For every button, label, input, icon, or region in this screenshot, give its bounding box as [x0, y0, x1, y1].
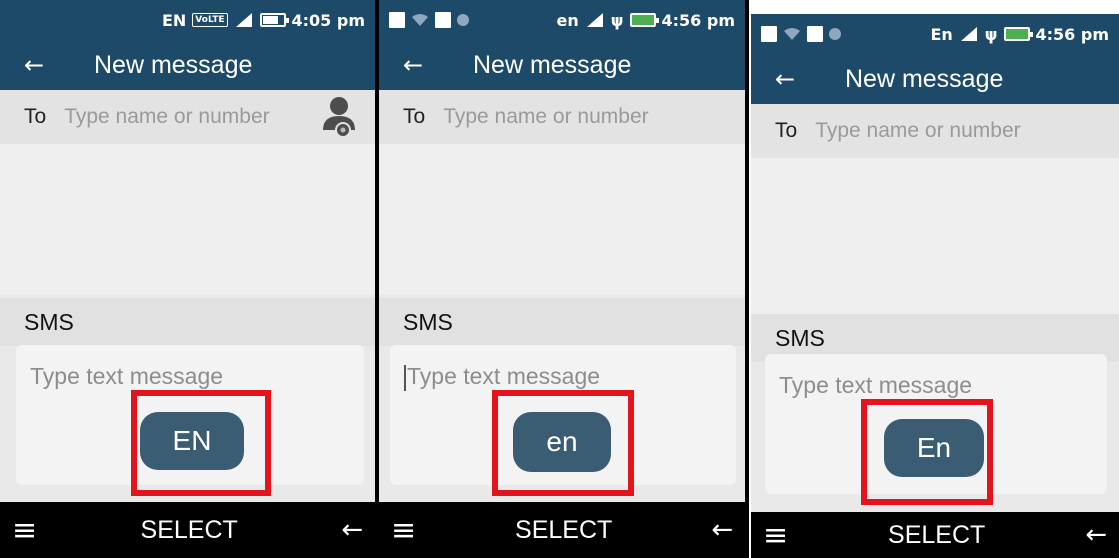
recipient-row[interactable]: To Type name or number	[0, 90, 375, 144]
text-cursor	[404, 364, 406, 391]
to-label: To	[403, 105, 426, 128]
sync-icon	[829, 28, 841, 40]
notification-icon	[807, 26, 823, 42]
contact-picker-icon[interactable]	[321, 96, 357, 138]
recipient-row[interactable]: To Type name or number	[379, 90, 745, 144]
select-softkey[interactable]: SELECT	[515, 516, 612, 545]
signal-icon	[586, 13, 603, 27]
language-button[interactable]: EN	[140, 412, 244, 470]
softkey-bar: ≡ SELECT ←	[0, 502, 375, 558]
back-arrow-icon[interactable]: ←	[0, 51, 68, 79]
clock: 4:56 pm	[661, 10, 736, 30]
volte-indicator: VoLTE	[192, 13, 228, 27]
usb-icon: ψ	[610, 10, 624, 30]
screen-1: EN VoLTE 4:05 pm ← New message To Type n…	[0, 0, 375, 558]
signal-icon	[235, 13, 252, 27]
battery-charging-icon	[1003, 27, 1033, 41]
menu-icon[interactable]: ≡	[763, 518, 788, 553]
wifi-icon	[784, 28, 800, 40]
status-bar: en ψ 4:56 pm	[379, 0, 745, 40]
recipient-input[interactable]: Type name or number	[443, 105, 648, 129]
wifi-icon	[412, 14, 428, 26]
app-bar: ← New message	[751, 54, 1119, 104]
divider	[745, 0, 749, 558]
clock: 4:05 pm	[291, 10, 366, 30]
language-button[interactable]: en	[513, 412, 611, 472]
softkey-bar: ≡ SELECT ←	[379, 502, 745, 558]
usb-icon: ψ	[984, 24, 998, 44]
recipient-area	[751, 158, 1119, 314]
sync-icon	[457, 14, 469, 26]
menu-icon[interactable]: ≡	[12, 513, 37, 548]
signal-icon	[960, 27, 977, 41]
battery-icon	[259, 13, 289, 27]
page-title: New message	[94, 50, 253, 79]
to-label: To	[24, 105, 47, 128]
sms-row: SMS	[379, 298, 745, 346]
clock: 4:56 pm	[1035, 24, 1110, 44]
message-placeholder: Type text message	[30, 363, 224, 389]
page-title: New message	[473, 50, 632, 79]
app-bar: ← New message	[379, 40, 745, 90]
back-softkey[interactable]: ←	[711, 515, 733, 545]
recipient-area	[379, 144, 745, 294]
screen-2: en ψ 4:56 pm ← New message To Type name …	[379, 0, 745, 558]
notification-icon	[389, 12, 405, 28]
notification-icon	[435, 12, 451, 28]
recipient-area	[0, 144, 375, 294]
status-bar: En ψ 4:56 pm	[751, 14, 1119, 54]
select-softkey[interactable]: SELECT	[141, 516, 238, 545]
language-indicator: En	[930, 24, 953, 44]
recipient-row[interactable]: To Type name or number	[751, 104, 1119, 158]
battery-charging-icon	[629, 13, 659, 27]
sms-row: SMS	[0, 298, 375, 346]
message-placeholder: Type text message	[779, 372, 973, 398]
recipient-input[interactable]: Type name or number	[64, 105, 269, 129]
app-bar: ← New message	[0, 40, 375, 90]
sms-label: SMS	[24, 308, 74, 335]
language-indicator: en	[556, 10, 579, 30]
message-placeholder: Type text message	[407, 363, 601, 389]
notification-icon	[761, 26, 777, 42]
language-button[interactable]: En	[884, 419, 984, 477]
back-softkey[interactable]: ←	[341, 515, 363, 545]
language-indicator: EN	[161, 10, 187, 30]
back-softkey[interactable]: ←	[1085, 520, 1107, 550]
softkey-bar: ≡ SELECT ←	[751, 512, 1119, 558]
page-title: New message	[845, 64, 1004, 93]
sms-label: SMS	[775, 324, 825, 351]
sms-label: SMS	[403, 308, 453, 335]
back-arrow-icon[interactable]: ←	[751, 65, 819, 93]
screen-3: En ψ 4:56 pm ← New message To Type name …	[751, 14, 1119, 558]
back-arrow-icon[interactable]: ←	[379, 51, 447, 79]
status-bar: EN VoLTE 4:05 pm	[0, 0, 375, 40]
recipient-input[interactable]: Type name or number	[815, 119, 1020, 143]
menu-icon[interactable]: ≡	[391, 513, 416, 548]
select-softkey[interactable]: SELECT	[888, 521, 985, 550]
to-label: To	[775, 119, 798, 142]
